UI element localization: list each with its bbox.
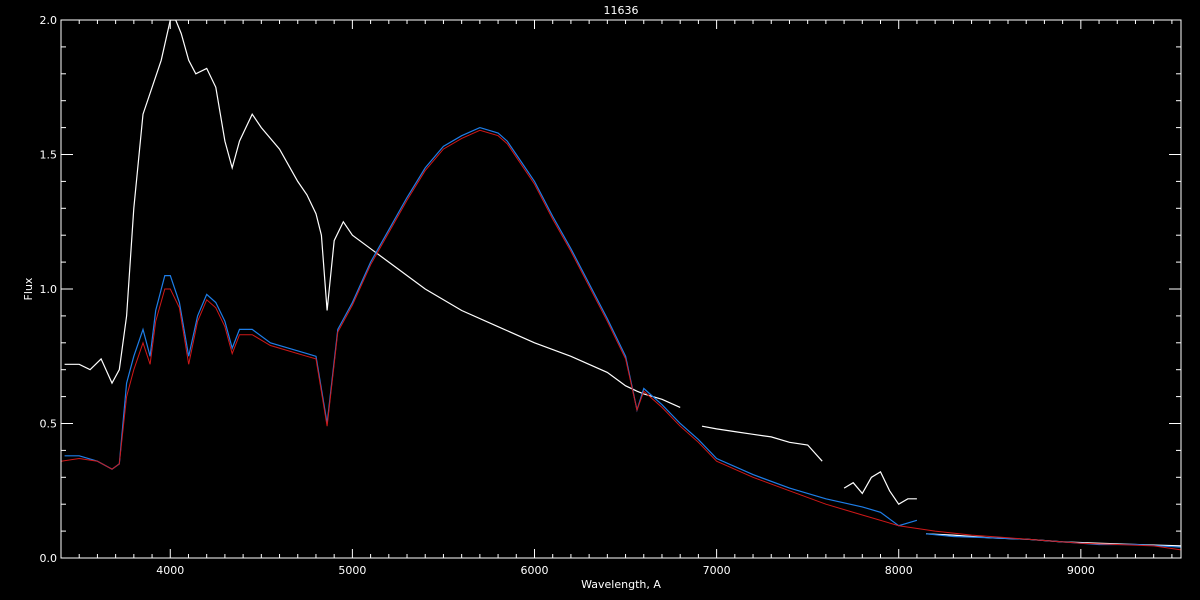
x-tick-label-4: 8000	[885, 564, 913, 577]
x-axis-label: Wavelength, A	[581, 578, 661, 591]
chart-background	[0, 0, 1200, 600]
x-tick-label-0: 4000	[156, 564, 184, 577]
y-axis-label: Flux	[22, 277, 35, 300]
y-tick-label-2: 1.0	[40, 283, 58, 296]
y-tick-label-0: 0.0	[40, 552, 58, 565]
x-tick-label-2: 6000	[520, 564, 548, 577]
chart-title: 11636	[604, 4, 639, 17]
x-tick-label-5: 9000	[1067, 564, 1095, 577]
y-tick-label-4: 2.0	[40, 14, 58, 27]
x-tick-label-3: 7000	[703, 564, 731, 577]
spectrum-chart: 11636 4000 5000 6000 7000 8000 9000 0.0 0.5 1.0 1…	[0, 0, 1200, 600]
y-tick-label-3: 1.5	[40, 149, 58, 162]
x-tick-label-1: 5000	[338, 564, 366, 577]
y-tick-label-1: 0.5	[40, 418, 58, 431]
